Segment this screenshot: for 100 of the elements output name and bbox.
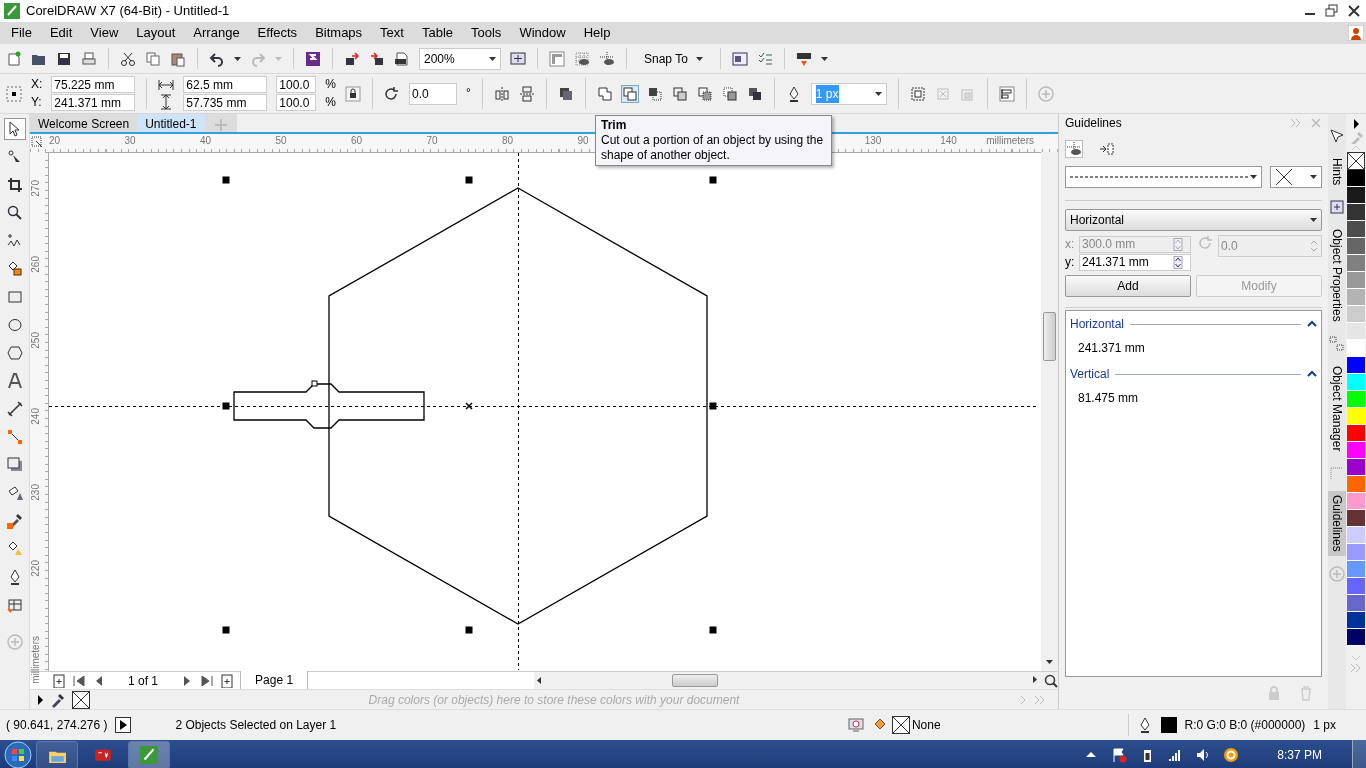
mirror-vertical-icon[interactable] xyxy=(518,85,535,102)
menu-item[interactable]: File xyxy=(2,23,41,43)
scroll-down-icon[interactable] xyxy=(1044,657,1055,667)
front-minus-back-icon[interactable] xyxy=(696,85,713,102)
add-page-icon[interactable] xyxy=(52,673,66,688)
caret-icon[interactable] xyxy=(234,54,241,63)
orientation-dropdown[interactable]: Horizontal xyxy=(1065,209,1322,231)
document-tab[interactable]: Untitled-1 xyxy=(137,114,205,132)
pdf-icon[interactable] xyxy=(394,50,410,67)
document-tab[interactable]: Welcome Screen xyxy=(30,114,138,132)
mirror-horizontal-icon[interactable] xyxy=(493,85,510,102)
freehand-icon[interactable] xyxy=(6,233,23,249)
drop-shadow-icon[interactable] xyxy=(6,457,23,473)
close-icon[interactable] xyxy=(1346,3,1362,19)
text-tool-icon[interactable] xyxy=(6,373,23,389)
selection-handle[interactable] xyxy=(222,176,230,184)
line-end-dropdown[interactable] xyxy=(1270,166,1322,188)
export-icon[interactable] xyxy=(369,50,385,67)
display-icon[interactable] xyxy=(847,717,864,733)
weld-icon[interactable] xyxy=(596,85,613,102)
menu-item[interactable]: Arrange xyxy=(184,23,249,43)
input-field[interactable]: 62.5 mm xyxy=(183,76,268,93)
zoom-dropdown[interactable]: 200% xyxy=(419,47,501,70)
paste-icon[interactable] xyxy=(170,50,186,67)
eyedropper-icon[interactable] xyxy=(6,513,23,529)
trim-icon[interactable] xyxy=(621,85,638,102)
expand-arrow-icon[interactable] xyxy=(36,693,44,706)
new-document-icon[interactable] xyxy=(6,50,22,67)
copy-icon[interactable] xyxy=(145,50,161,67)
transparency-icon[interactable] xyxy=(6,485,23,501)
color-swatch[interactable] xyxy=(1347,459,1365,476)
flag-icon[interactable] xyxy=(1111,747,1128,763)
add-page-icon[interactable] xyxy=(220,673,235,688)
eyedropper-icon[interactable] xyxy=(50,691,66,708)
color-swatch[interactable] xyxy=(1347,629,1365,646)
print-icon[interactable] xyxy=(81,50,97,67)
docker-tab-icon[interactable] xyxy=(1329,199,1345,216)
first-page-icon[interactable] xyxy=(72,673,86,688)
color-swatch[interactable] xyxy=(1347,238,1365,255)
color-swatch[interactable] xyxy=(1347,476,1365,493)
options-icon[interactable] xyxy=(731,50,748,67)
guideline-visibility-icon[interactable] xyxy=(1065,140,1083,158)
selection-handle[interactable] xyxy=(465,626,473,634)
group-header[interactable]: Vertical xyxy=(1070,365,1110,383)
back-minus-front-icon[interactable] xyxy=(721,85,738,102)
combine-icon[interactable] xyxy=(557,85,574,102)
shape-tool-icon[interactable] xyxy=(6,149,23,165)
line-style-dropdown[interactable] xyxy=(1065,166,1262,188)
interactive-fill-icon[interactable] xyxy=(6,541,23,557)
docker-tab[interactable]: Hints xyxy=(1328,154,1346,190)
snap-to-dropdown[interactable]: Snap To xyxy=(638,48,709,69)
intersect-icon[interactable] xyxy=(646,85,663,102)
restore-icon[interactable] xyxy=(1324,3,1340,19)
launch-icon[interactable] xyxy=(795,50,812,67)
app-icon[interactable] xyxy=(94,746,112,764)
color-swatch[interactable] xyxy=(1347,204,1365,221)
color-swatch[interactable] xyxy=(1347,340,1365,357)
menu-item[interactable]: Text xyxy=(371,23,413,43)
crop-icon[interactable] xyxy=(6,177,23,193)
scissors-icon[interactable] xyxy=(120,50,136,67)
docker-tab[interactable]: Object Manager xyxy=(1328,362,1346,456)
color-swatch[interactable] xyxy=(1347,272,1365,289)
play-icon[interactable] xyxy=(115,717,132,733)
color-swatch[interactable] xyxy=(1347,221,1365,238)
selection-handle[interactable] xyxy=(709,626,717,634)
object-origin-icon[interactable] xyxy=(6,85,22,102)
selection-handle[interactable] xyxy=(465,176,473,184)
color-swatch[interactable] xyxy=(1347,595,1365,612)
color-swatch[interactable] xyxy=(1347,544,1365,561)
menu-item[interactable]: Layout xyxy=(127,23,185,43)
lock-ratio-icon[interactable] xyxy=(345,85,361,102)
input-field[interactable]: 57.735 mm xyxy=(183,94,268,111)
scrollbar-thumb[interactable] xyxy=(1043,312,1056,361)
vertical-guideline[interactable] xyxy=(518,153,519,670)
menu-item[interactable]: Effects xyxy=(248,23,307,43)
color-swatch[interactable] xyxy=(1347,255,1365,272)
palette-menu-icon[interactable] xyxy=(1352,118,1360,130)
last-page-icon[interactable] xyxy=(200,673,215,688)
docker-tab-icon[interactable] xyxy=(1329,128,1345,144)
guidelines-icon[interactable] xyxy=(599,50,615,67)
color-swatch[interactable] xyxy=(1347,493,1365,510)
show-desktop-button[interactable] xyxy=(1352,740,1366,768)
color-swatch[interactable] xyxy=(1347,357,1365,374)
checklist-icon[interactable] xyxy=(756,50,773,67)
menu-item[interactable]: Tools xyxy=(462,23,511,43)
color-swatch[interactable] xyxy=(1347,170,1365,187)
no-color-swatch-icon[interactable] xyxy=(1347,152,1365,170)
input-field[interactable]: 100.0 xyxy=(276,94,317,111)
app-logo-icon[interactable] xyxy=(140,746,158,764)
color-swatch[interactable] xyxy=(1347,561,1365,578)
center-mark-icon[interactable] xyxy=(465,402,473,410)
menu-item[interactable]: Bitmaps xyxy=(306,23,372,43)
ruler-origin-icon[interactable] xyxy=(30,135,44,150)
selection-handle[interactable] xyxy=(222,626,230,634)
polygon-icon[interactable] xyxy=(6,345,23,361)
caret-icon[interactable] xyxy=(820,54,828,63)
group-icon[interactable] xyxy=(909,85,926,102)
simplify-icon[interactable] xyxy=(671,85,688,102)
zoom-fit-icon[interactable] xyxy=(1044,673,1058,688)
node-handle[interactable] xyxy=(311,380,318,387)
